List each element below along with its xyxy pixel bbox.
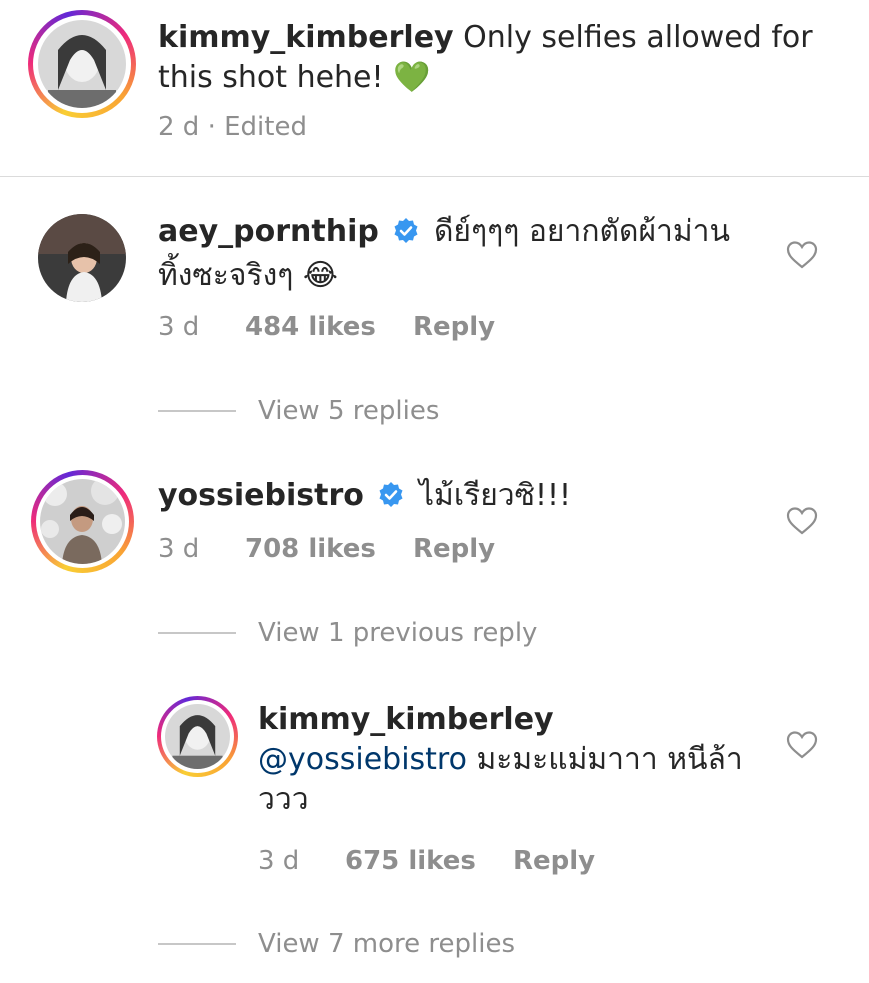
like-button[interactable] [786, 730, 818, 760]
avatar-ring[interactable] [31, 470, 134, 573]
divider [158, 632, 236, 634]
comment-time: 3 d [158, 312, 200, 342]
view-more-replies[interactable]: View 7 more replies [158, 929, 578, 961]
heart-outline-icon [786, 241, 818, 269]
heart-outline-icon [786, 507, 818, 535]
comment-username[interactable]: aey_pornthip [158, 214, 379, 249]
view-replies[interactable]: View 1 previous reply [158, 618, 578, 650]
reply-text: มะมะแม่มาาา หนีล้า [476, 742, 743, 777]
comment-item: yossiebistro ไม้เรียวซิ!!! 3 d 708 likes… [0, 466, 869, 983]
comment-likes[interactable]: 708 likes [245, 534, 376, 564]
reply-text-cont: ววว [258, 782, 309, 817]
like-button[interactable] [786, 506, 818, 536]
view-more-replies-label: View 7 more replies [258, 929, 515, 959]
comment-item: aey_pornthip ดีย์ๆๆๆ อยากตัดผ้าม่าน ทิ้ง… [0, 190, 869, 440]
verified-badge-icon [377, 480, 405, 520]
caption: kimmy_kimberley Only selfies allowed for… [0, 0, 869, 175]
avatar [40, 479, 125, 564]
comment-time: 3 d [158, 534, 200, 564]
reply-likes[interactable]: 675 likes [345, 846, 476, 876]
reply-item: kimmy_kimberley @yossiebistro มะมะแม่มาา… [0, 692, 869, 892]
avatar [165, 704, 230, 769]
reply-button[interactable]: Reply [513, 846, 595, 876]
like-button[interactable] [786, 240, 818, 270]
comment-text-cont: ทิ้งซะจริงๆ [158, 258, 294, 293]
divider [158, 943, 236, 945]
reply-username[interactable]: kimmy_kimberley [258, 702, 554, 737]
comment-likes[interactable]: 484 likes [245, 312, 376, 342]
reply-button[interactable]: Reply [413, 534, 495, 564]
green-heart-emoji: 💚 [393, 60, 431, 95]
avatar-ring[interactable] [157, 696, 238, 777]
view-replies-label: View 5 replies [258, 396, 440, 426]
divider [158, 410, 236, 412]
mention-link[interactable]: @yossiebistro [258, 742, 467, 777]
comment-text: ดีย์ๆๆๆ อยากตัดผ้าม่าน [433, 214, 730, 249]
caption-time: 2 d [158, 112, 200, 142]
avatar [38, 20, 126, 108]
reply-time: 3 d [258, 846, 300, 876]
comment-username[interactable]: yossiebistro [158, 478, 364, 513]
heart-outline-icon [786, 731, 818, 759]
view-replies[interactable]: View 5 replies [158, 396, 558, 428]
caption-edited: · Edited [207, 112, 307, 142]
reply-button[interactable]: Reply [413, 312, 495, 342]
divider [0, 176, 869, 177]
caption-username[interactable]: kimmy_kimberley [158, 20, 454, 55]
verified-badge-icon [392, 216, 420, 256]
avatar[interactable] [38, 214, 126, 302]
laughing-emoji: 😂 [302, 258, 338, 293]
view-replies-label: View 1 previous reply [258, 618, 538, 648]
avatar-ring[interactable] [28, 10, 136, 118]
comment-text: ไม้เรียวซิ!!! [418, 478, 572, 513]
